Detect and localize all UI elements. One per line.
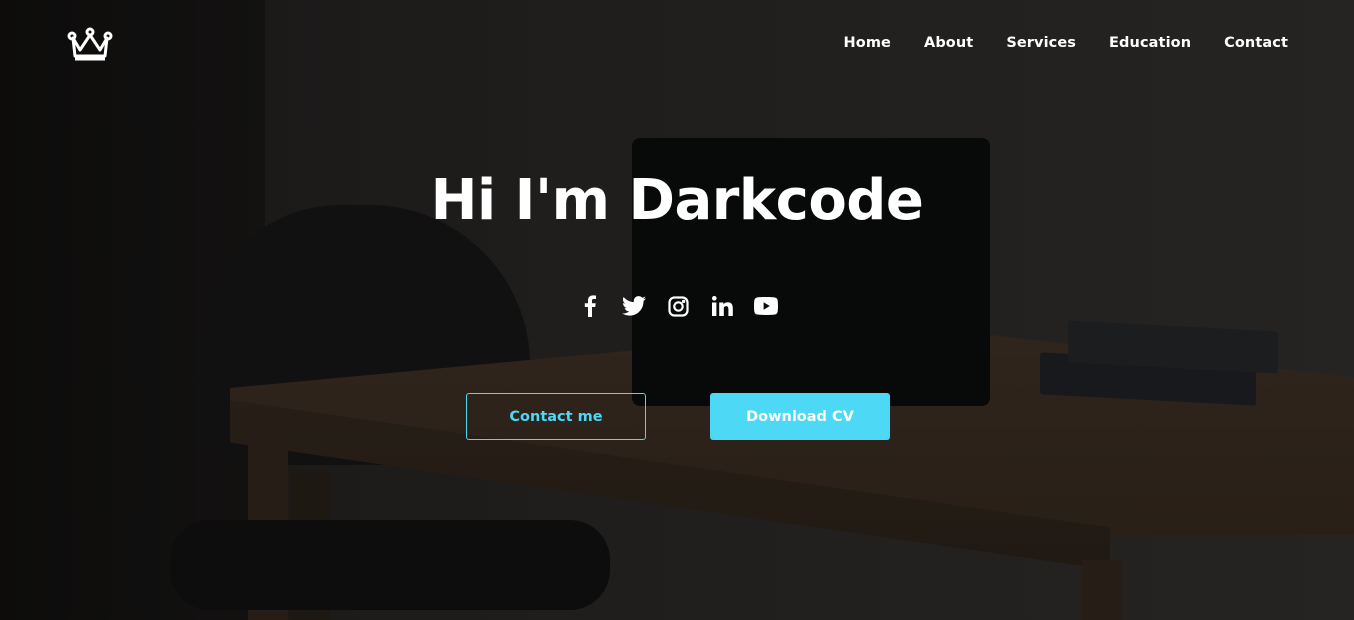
youtube-icon[interactable] <box>754 293 778 319</box>
download-cv-button[interactable]: Download CV <box>710 393 890 440</box>
nav-education[interactable]: Education <box>1109 35 1191 51</box>
instagram-icon[interactable] <box>666 293 690 319</box>
crown-icon[interactable] <box>67 26 113 62</box>
facebook-icon[interactable] <box>578 293 602 319</box>
nav-contact[interactable]: Contact <box>1224 35 1288 51</box>
nav-about[interactable]: About <box>924 35 973 51</box>
linkedin-icon[interactable] <box>710 293 734 319</box>
contact-me-button[interactable]: Contact me <box>466 393 646 440</box>
social-links <box>0 293 1354 319</box>
nav-services[interactable]: Services <box>1006 35 1076 51</box>
site-header: Home About Services Education Contact <box>0 0 1354 90</box>
twitter-icon[interactable] <box>622 293 646 319</box>
hero-title: Hi I'm Darkcode <box>430 168 924 233</box>
nav-home[interactable]: Home <box>844 35 891 51</box>
main-nav: Home About Services Education Contact <box>844 35 1288 51</box>
